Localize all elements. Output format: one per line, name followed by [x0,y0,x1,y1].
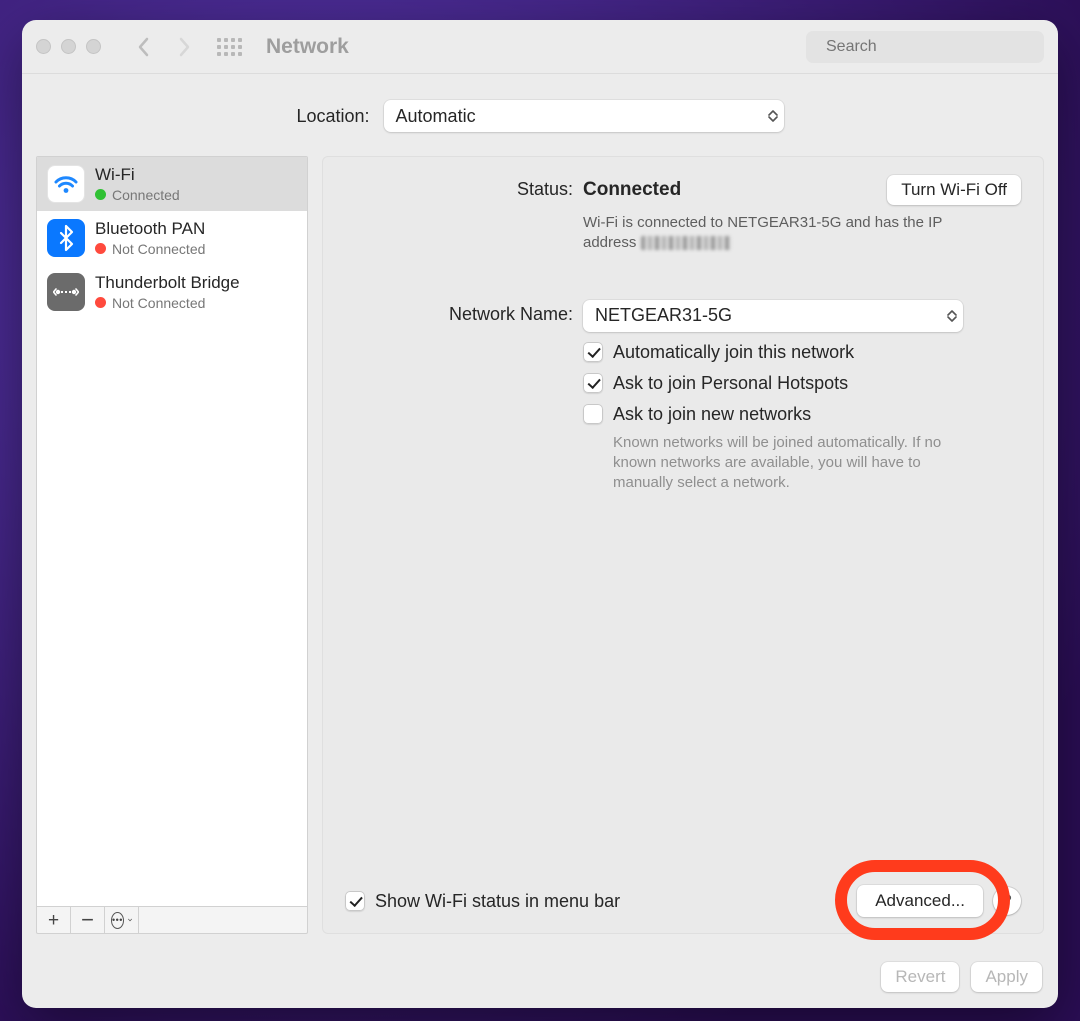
system-preferences-window: Network Location: Automatic [22,20,1058,1008]
service-item-wifi[interactable]: Wi-Fi Connected [37,157,307,211]
service-item-bluetooth-pan[interactable]: Bluetooth PAN Not Connected [37,211,307,265]
auto-join-checkbox[interactable] [583,342,603,362]
status-label: Status: [345,175,583,200]
titlebar: Network [22,20,1058,74]
chevron-right-icon [178,37,190,57]
bluetooth-icon [47,219,85,257]
location-value: Automatic [396,106,476,127]
service-status: Not Connected [95,295,240,311]
service-list-toolbar: + − ••• [36,906,308,934]
plus-icon: + [48,911,59,930]
minus-icon: − [81,909,94,931]
location-row: Location: Automatic [22,74,1058,156]
service-status: Connected [95,187,180,203]
detail-pane: Status: Connected Turn Wi-Fi Off Wi-Fi i… [322,156,1044,934]
thunderbolt-bridge-icon [47,273,85,311]
chevron-down-icon [128,917,132,923]
minimize-window-button[interactable] [61,39,76,54]
auto-join-label: Automatically join this network [613,342,854,363]
close-window-button[interactable] [36,39,51,54]
wifi-icon [47,165,85,203]
search-field[interactable] [806,31,1044,63]
status-dot-icon [95,297,106,308]
advanced-button[interactable]: Advanced... [857,885,983,917]
service-name: Bluetooth PAN [95,219,205,239]
service-actions-button[interactable]: ••• [105,907,139,933]
toggle-wifi-button[interactable]: Turn Wi-Fi Off [887,175,1021,205]
search-input[interactable] [824,37,1035,57]
status-dot-icon [95,189,106,200]
status-description: Wi-Fi is connected to NETGEAR31-5G and h… [583,213,963,254]
ask-new-checkbox[interactable] [583,404,603,424]
ellipsis-circle-icon: ••• [111,912,124,929]
chevron-updown-icon [947,310,957,322]
menubar-status-checkbox[interactable] [345,891,365,911]
status-value: Connected [583,179,681,201]
menubar-status-label: Show Wi-Fi status in menu bar [375,891,620,912]
location-label: Location: [296,106,369,127]
show-all-preferences-button[interactable] [217,38,242,56]
forward-button[interactable] [169,30,199,64]
back-button[interactable] [129,30,159,64]
revert-button[interactable]: Revert [881,962,959,992]
help-icon: ? [1002,891,1011,911]
ask-hotspot-checkbox[interactable] [583,373,603,393]
service-name: Wi-Fi [95,165,180,185]
ask-new-help-text: Known networks will be joined automatica… [613,433,973,494]
ip-address-redacted [641,236,731,250]
zoom-window-button[interactable] [86,39,101,54]
network-name-label: Network Name: [345,300,583,325]
network-name-select[interactable]: NETGEAR31-5G [583,300,963,332]
chevron-updown-icon [768,110,778,122]
chevron-left-icon [138,37,150,57]
footer: Revert Apply [22,948,1058,1008]
service-status: Not Connected [95,241,205,257]
sidebar-wrap: Wi-Fi Connected Bluetooth PAN [36,156,308,934]
apply-button[interactable]: Apply [971,962,1042,992]
add-service-button[interactable]: + [37,907,71,933]
network-name-value: NETGEAR31-5G [595,305,732,326]
window-controls [36,39,101,54]
ask-new-label: Ask to join new networks [613,404,811,425]
detail-bottom-row: Show Wi-Fi status in menu bar Advanced..… [345,885,1021,917]
content: Wi-Fi Connected Bluetooth PAN [22,156,1058,948]
window-title: Network [266,35,349,59]
service-item-thunderbolt-bridge[interactable]: Thunderbolt Bridge Not Connected [37,265,307,319]
ask-hotspot-label: Ask to join Personal Hotspots [613,373,848,394]
help-button[interactable]: ? [993,887,1021,915]
location-select[interactable]: Automatic [384,100,784,132]
service-name: Thunderbolt Bridge [95,273,240,293]
remove-service-button[interactable]: − [71,907,105,933]
service-list[interactable]: Wi-Fi Connected Bluetooth PAN [36,156,308,906]
status-dot-icon [95,243,106,254]
